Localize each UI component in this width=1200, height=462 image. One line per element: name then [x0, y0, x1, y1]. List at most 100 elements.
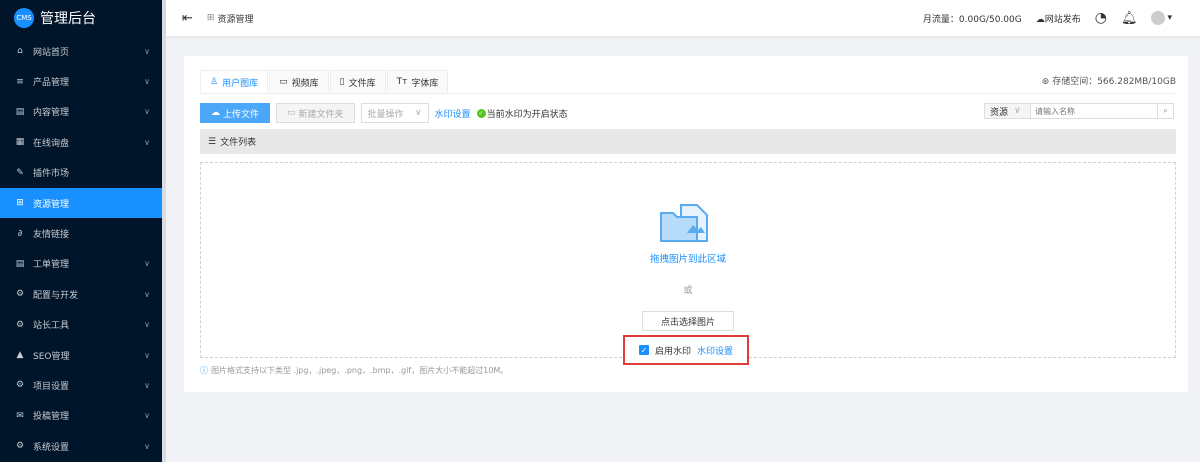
sidebar-item-label: 友情链接	[33, 230, 70, 241]
grid-icon: ⊞	[206, 13, 215, 23]
sidebar-item[interactable]: ≡ 产品管理 ∨	[0, 66, 162, 96]
search-group: 资源∨ ⌕	[984, 103, 1174, 119]
top-header: ⇤ ⊞ 资源管理 月流量：0.00G/50.00G ☁网站发布 ◔ 🔔︎ ▾	[166, 0, 1200, 36]
sidebar-item[interactable]: ▤ 内容管理 ∨	[0, 97, 162, 127]
watermark-option: ✓ 启用水印 水印设置	[623, 335, 749, 365]
tab-divider	[200, 93, 1176, 94]
table-icon: ▦	[15, 137, 25, 148]
chevron-down-icon: ∨	[144, 441, 150, 451]
gear-icon: ⚙	[15, 380, 25, 391]
caret-down-icon: ▾	[1167, 13, 1172, 23]
folder-image-icon	[660, 204, 708, 242]
gear-icon: ⚙	[15, 289, 25, 300]
sidebar-item-label: 资源管理	[33, 199, 70, 210]
chevron-down-icon: ∨	[144, 107, 150, 117]
search-button[interactable]: ⌕	[1157, 104, 1173, 118]
tab-videos[interactable]: ▭ 视频库	[269, 70, 329, 93]
dropzone-title: 拖拽图片到此区域	[649, 254, 726, 265]
breadcrumb[interactable]: 资源管理	[217, 12, 253, 25]
sidebar-item[interactable]: ⚙ 系统设置 ∨	[0, 431, 162, 461]
logo-badge: CMS	[14, 8, 34, 28]
tab-user-images[interactable]: ♙ 用户图库	[200, 70, 269, 93]
or-text: 或	[683, 286, 693, 296]
menu-toggle-icon[interactable]: ⇤	[182, 11, 193, 26]
sidebar: CMS 管理后台 ⌂ 网站首页 ∨ ≡ 产品管理 ∨ ▤ 内容管理 ∨ ▦ 在线询盘 ∨ ✎ 插件市场 ⊞ 资…	[0, 0, 162, 462]
sidebar-item-label: 产品管理	[33, 78, 70, 89]
sidebar-item[interactable]: ⚙ 站长工具 ∨	[0, 310, 162, 340]
batch-select[interactable]: 批量操作 ∨	[360, 103, 429, 123]
format-hint: ⓘ 图片格式支持以下类型 .jpg，.jpeg，.png，.bmp，.gif，图片…	[200, 366, 509, 375]
enable-watermark-label[interactable]: 启用水印	[655, 344, 691, 357]
chevron-down-icon: ∨	[144, 320, 150, 330]
logo[interactable]: CMS 管理后台	[0, 0, 162, 36]
tools-icon: ⚙	[15, 319, 25, 330]
video-icon: ▭	[279, 77, 288, 87]
file-icon: ▯	[339, 77, 345, 87]
home-icon: ⌂	[17, 46, 23, 57]
cloud-upload-icon: ☁	[211, 108, 220, 118]
cloud-upload-icon: ☁	[1035, 14, 1045, 25]
tab-fonts[interactable]: Tт 字体库	[386, 70, 449, 93]
info-icon: ⓘ	[200, 366, 208, 375]
sidebar-item-label: SEO管理	[33, 351, 70, 362]
sidebar-item-label: 配置与开发	[33, 290, 79, 301]
search-input[interactable]	[1031, 104, 1157, 118]
chevron-down-icon: ∨	[144, 350, 150, 360]
chevron-down-icon: ∨	[144, 259, 150, 269]
chevron-down-icon: ∨	[144, 289, 150, 299]
sidebar-item-label: 内容管理	[33, 108, 70, 119]
product-icon: ≡	[16, 76, 24, 87]
sidebar-item[interactable]: ⚙ 配置与开发 ∨	[0, 279, 162, 309]
search-icon: ⌕	[1162, 106, 1169, 116]
list-icon: ☰	[208, 136, 217, 147]
watermark-status: 当前水印为开启状态	[486, 109, 568, 120]
search-type-select[interactable]: 资源 ∨	[985, 104, 1031, 118]
font-icon: Tт	[396, 77, 408, 87]
ticket-icon: ▤	[15, 258, 25, 269]
sidebar-item[interactable]: ▲ SEO管理 ∨	[0, 340, 162, 370]
sidebar-item-label: 项目设置	[33, 381, 70, 392]
grid-icon: ⊞	[16, 198, 24, 209]
sidebar-item-label: 工单管理	[33, 260, 70, 271]
sidebar-item[interactable]: ⊞ 资源管理	[0, 187, 162, 219]
sidebar-item[interactable]: ⌂ 网站首页 ∨	[0, 36, 162, 66]
sidebar-item[interactable]: ▤ 工单管理 ∨	[0, 249, 162, 279]
gear-icon: ⚙	[15, 441, 25, 452]
sidebar-item[interactable]: ∂ 友情链接	[0, 218, 162, 248]
sidebar-item[interactable]: ✎ 插件市场	[0, 158, 162, 188]
app-title: 管理后台	[40, 11, 96, 27]
storage-icon: ⊛	[1041, 77, 1050, 87]
sidebar-item-label: 在线询盘	[33, 138, 70, 149]
upload-button[interactable]: ☁ 上传文件	[200, 103, 271, 123]
upload-dropzone[interactable]: 拖拽图片到此区域 或 点击选择图片 ✓ 启用水印 水印设置	[200, 162, 1176, 365]
history-icon[interactable]: ◔	[1095, 10, 1107, 26]
toolbar: ☁ 上传文件 ▭ 新建文件夹 批量操作 ∨ 水印设置 ✓ 当前水印为开启状态	[200, 103, 568, 123]
sidebar-item[interactable]: ⚙ 项目设置 ∨	[0, 370, 162, 400]
sidebar-item-label: 系统设置	[33, 442, 70, 453]
sidebar-item[interactable]: ▦ 在线询盘 ∨	[0, 127, 162, 157]
sidebar-item-label: 插件市场	[33, 169, 70, 180]
choose-image-button[interactable]: 点击选择图片	[642, 311, 734, 331]
traffic-text: 月流量：0.00G/50.00G	[922, 14, 1022, 25]
watermark-settings-link[interactable]: 水印设置	[697, 344, 733, 357]
publish-button[interactable]: ☁网站发布	[1036, 12, 1081, 25]
mail-icon: ✉	[16, 410, 24, 421]
new-folder-button[interactable]: ▭ 新建文件夹	[276, 103, 355, 123]
avatar[interactable]: ▾	[1151, 11, 1172, 25]
sidebar-item-label: 网站首页	[33, 47, 70, 58]
chevron-down-icon: ∨	[144, 77, 150, 87]
chevron-down-icon: ∨	[414, 108, 422, 118]
storage-info: ⊛ 存储空间：566.282MB/10GB	[1041, 77, 1176, 87]
sidebar-item-label: 站长工具	[33, 321, 70, 332]
check-circle-icon: ✓	[476, 108, 486, 118]
folder-icon: ▭	[287, 108, 296, 118]
bell-icon[interactable]: 🔔︎	[1121, 11, 1138, 26]
resource-card: ♙ 用户图库 ▭ 视频库 ▯ 文件库 Tт 字体库 ⊛ 存储空间：566.282MB/1…	[184, 56, 1188, 392]
watermark-settings-link[interactable]: 水印设置	[435, 107, 471, 120]
chevron-down-icon: ∨	[1014, 106, 1021, 116]
link-icon: ∂	[17, 228, 23, 239]
tab-files[interactable]: ▯ 文件库	[329, 70, 386, 93]
library-tabs: ♙ 用户图库 ▭ 视频库 ▯ 文件库 Tт 字体库	[200, 70, 449, 93]
enable-watermark-checkbox[interactable]: ✓	[638, 345, 649, 355]
sidebar-item[interactable]: ✉ 投稿管理 ∨	[0, 401, 162, 431]
